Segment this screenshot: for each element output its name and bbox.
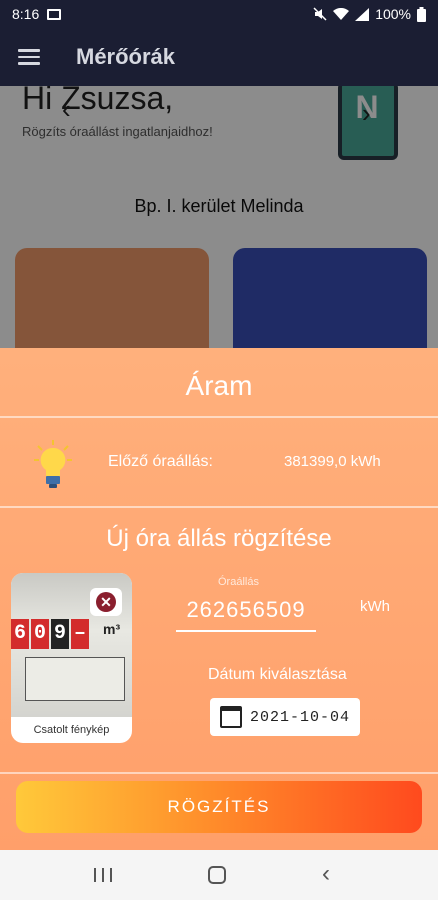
greeting: Hi Zsuzsa, <box>22 86 174 116</box>
sheet-title: Áram <box>185 370 253 401</box>
meter-digit: 6 <box>11 619 29 649</box>
meter-digit: 0 <box>31 619 49 649</box>
building-name: Bp. I. kerület Melinda <box>134 196 304 216</box>
meter-plate <box>25 657 125 701</box>
meter-digit: 9 <box>51 619 69 649</box>
calendar-icon <box>220 706 242 728</box>
home-background: Hi Zsuzsa, Rögzíts óraállást ingatlanjai… <box>0 86 438 348</box>
battery-icon <box>417 6 426 22</box>
system-nav-bar: ‹ <box>0 850 438 900</box>
menu-icon[interactable] <box>18 49 40 65</box>
previous-reading-label: Előző óraállás: <box>108 453 213 470</box>
status-bar: 8:16 100% <box>0 0 438 28</box>
divider <box>0 772 438 774</box>
date-picker-button[interactable]: 2021-10-04 <box>210 698 360 736</box>
new-reading-title: Új óra állás rögzítése <box>106 525 332 552</box>
previous-reading-value: 381399,0 kWh <box>284 453 381 470</box>
meter-digit: – <box>71 619 89 649</box>
meter-unit: m³ <box>103 621 121 637</box>
photo-caption: Csatolt fénykép <box>33 724 110 736</box>
previous-building-button[interactable]: ‹ <box>62 94 71 125</box>
remove-photo-button[interactable]: ✕ <box>90 588 122 616</box>
date-value: 2021-10-04 <box>250 708 351 726</box>
divider <box>0 416 438 418</box>
app-bar: Mérőórák <box>0 28 438 86</box>
date-label: Dátum kiválasztása <box>208 666 347 683</box>
signal-icon <box>355 7 370 21</box>
divider <box>0 506 438 508</box>
recent-apps-icon[interactable] <box>94 868 112 882</box>
lightbulb-icon <box>34 440 72 488</box>
next-building-button[interactable]: › <box>362 98 371 129</box>
reading-unit: kWh <box>360 598 390 615</box>
meter-card-water[interactable] <box>233 248 427 348</box>
save-button[interactable]: RÖGZÍTÉS <box>16 781 422 833</box>
home-icon[interactable] <box>208 866 226 884</box>
status-time: 8:16 <box>12 6 40 22</box>
image-notification-icon <box>47 8 62 20</box>
app-title: Mérőórák <box>76 44 176 69</box>
reading-input-label: Óraállás <box>218 576 259 588</box>
reading-input[interactable] <box>176 590 316 632</box>
battery-percent: 100% <box>375 6 411 22</box>
status-right: 100% <box>313 6 426 22</box>
greeting-subtitle: Rögzíts óraállást ingatlanjaidhoz! <box>22 124 213 139</box>
meter-card-electricity[interactable] <box>15 248 209 348</box>
back-icon[interactable]: ‹ <box>322 860 330 888</box>
mute-icon <box>313 7 327 21</box>
close-icon: ✕ <box>96 592 116 612</box>
wifi-icon <box>333 7 350 20</box>
